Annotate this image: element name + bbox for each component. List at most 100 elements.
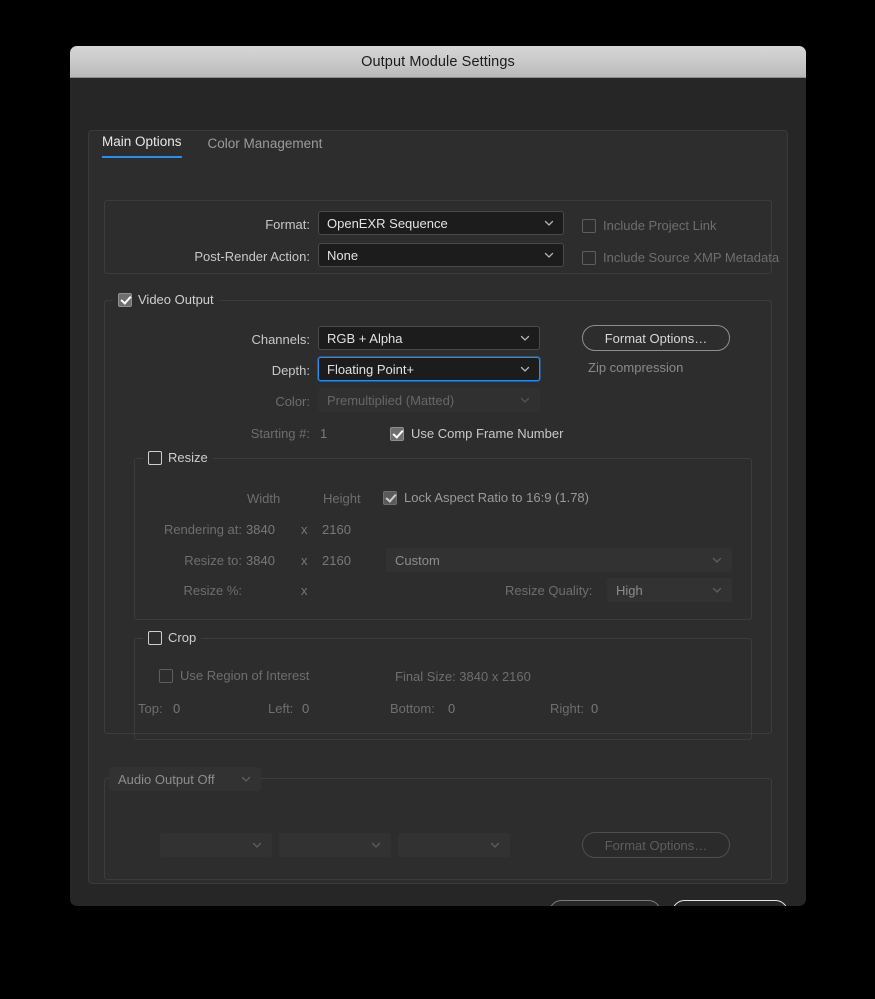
resize-to-width[interactable]: 3840 bbox=[246, 553, 275, 568]
resize-checkbox[interactable] bbox=[148, 450, 162, 465]
use-comp-frame-number-checkbox[interactable] bbox=[390, 426, 404, 441]
resize-quality-value: High bbox=[616, 582, 643, 598]
crop-group: Crop bbox=[134, 630, 752, 740]
resize-percent-label: Resize %: bbox=[183, 583, 242, 598]
include-project-link-label: Include Project Link bbox=[603, 218, 717, 233]
video-output-checkbox[interactable] bbox=[118, 292, 132, 307]
tab-bar: Main Options Color Management bbox=[102, 134, 322, 158]
cancel-button-label: Cancel bbox=[585, 905, 625, 906]
color-select-value: Premultiplied (Matted) bbox=[327, 392, 455, 408]
ok-button[interactable]: OK bbox=[672, 900, 788, 906]
video-format-options-label: Format Options… bbox=[604, 330, 708, 346]
color-select: Premultiplied (Matted) bbox=[318, 388, 540, 412]
post-render-action-select[interactable]: None bbox=[318, 243, 564, 267]
include-source-xmp-label: Include Source XMP Metadata bbox=[603, 250, 780, 265]
chevron-down-icon bbox=[712, 587, 722, 593]
resize-width-header: Width bbox=[247, 491, 281, 506]
use-region-of-interest-checkbox[interactable] bbox=[159, 668, 173, 683]
tab-color-management[interactable]: Color Management bbox=[208, 136, 323, 158]
include-source-xmp-checkbox[interactable] bbox=[582, 250, 596, 265]
resize-legend[interactable]: Resize bbox=[143, 450, 213, 465]
chevron-down-icon bbox=[520, 397, 530, 403]
resize-quality-label: Resize Quality: bbox=[505, 583, 593, 598]
cancel-button[interactable]: Cancel bbox=[549, 900, 661, 906]
format-select[interactable]: OpenEXR Sequence bbox=[318, 211, 564, 235]
video-format-options-button[interactable]: Format Options… bbox=[582, 325, 730, 351]
audio-format-options-label: Format Options… bbox=[604, 837, 708, 853]
chevron-down-icon bbox=[241, 776, 251, 782]
use-region-of-interest-label: Use Region of Interest bbox=[180, 668, 310, 683]
resize-preset-select: Custom bbox=[386, 548, 732, 572]
ok-button-label: OK bbox=[721, 905, 740, 906]
lock-aspect-ratio-row[interactable]: Lock Aspect Ratio to 16:9 (1.78) bbox=[383, 490, 589, 505]
audio-output-group: Audio Output Off bbox=[104, 767, 772, 880]
color-label: Color: bbox=[275, 394, 310, 409]
crop-top-label: Top: bbox=[138, 701, 163, 716]
audio-output-value: Audio Output Off bbox=[118, 771, 215, 787]
channels-label: Channels: bbox=[251, 332, 310, 347]
include-source-xmp-row[interactable]: Include Source XMP Metadata bbox=[582, 250, 779, 265]
resize-to-x-separator: x bbox=[301, 553, 308, 568]
rendering-at-height: 2160 bbox=[322, 522, 351, 537]
compression-note: Zip compression bbox=[588, 360, 684, 375]
resize-quality-select: High bbox=[607, 578, 732, 602]
crop-legend[interactable]: Crop bbox=[143, 630, 202, 645]
include-project-link-row[interactable]: Include Project Link bbox=[582, 218, 716, 233]
video-output-legend[interactable]: Video Output bbox=[113, 292, 219, 307]
video-output-label: Video Output bbox=[138, 292, 214, 307]
crop-right-label: Right: bbox=[550, 701, 584, 716]
chevron-down-icon bbox=[371, 842, 381, 848]
post-render-action-value: None bbox=[327, 247, 359, 263]
audio-output-legend: Audio Output Off bbox=[109, 767, 261, 791]
chevron-down-icon bbox=[544, 220, 554, 226]
audio-channels-select bbox=[398, 833, 510, 857]
resize-label: Resize bbox=[168, 450, 208, 465]
dialog-titlebar: Output Module Settings bbox=[70, 46, 806, 78]
use-region-of-interest-row[interactable]: Use Region of Interest bbox=[159, 668, 309, 683]
crop-top-value[interactable]: 0 bbox=[173, 701, 180, 716]
channels-select-value: RGB + Alpha bbox=[327, 330, 403, 346]
crop-bottom-value[interactable]: 0 bbox=[448, 701, 455, 716]
resize-height-header: Height bbox=[323, 491, 361, 506]
dialog-title: Output Module Settings bbox=[361, 53, 515, 70]
depth-label: Depth: bbox=[271, 363, 310, 378]
use-comp-frame-number-row[interactable]: Use Comp Frame Number bbox=[390, 426, 563, 441]
post-render-action-label: Post-Render Action: bbox=[194, 249, 310, 264]
include-project-link-checkbox[interactable] bbox=[582, 218, 596, 233]
chevron-down-icon bbox=[490, 842, 500, 848]
resize-to-label: Resize to: bbox=[184, 553, 242, 568]
chevron-down-icon bbox=[520, 335, 530, 341]
rendering-at-width: 3840 bbox=[246, 522, 275, 537]
channels-select[interactable]: RGB + Alpha bbox=[318, 326, 540, 350]
starting-number-value[interactable]: 1 bbox=[320, 426, 327, 441]
audio-depth-select bbox=[279, 833, 391, 857]
use-comp-frame-number-label: Use Comp Frame Number bbox=[411, 426, 564, 441]
audio-format-options-button: Format Options… bbox=[582, 832, 730, 858]
crop-checkbox[interactable] bbox=[148, 630, 162, 645]
audio-rate-select bbox=[160, 833, 272, 857]
output-module-settings-dialog: Output Module Settings Main Options Colo… bbox=[70, 46, 806, 906]
tab-main-options[interactable]: Main Options bbox=[102, 134, 182, 158]
crop-left-value[interactable]: 0 bbox=[302, 701, 309, 716]
crop-bottom-label: Bottom: bbox=[390, 701, 435, 716]
resize-percent-x-separator: x bbox=[301, 583, 308, 598]
format-select-value: OpenEXR Sequence bbox=[327, 215, 448, 231]
depth-select[interactable]: Floating Point+ bbox=[318, 357, 540, 381]
lock-aspect-ratio-label: Lock Aspect Ratio to 16:9 (1.78) bbox=[404, 490, 589, 505]
depth-select-value: Floating Point+ bbox=[327, 361, 415, 377]
rendering-at-label: Rendering at: bbox=[163, 522, 242, 537]
crop-right-value[interactable]: 0 bbox=[591, 701, 598, 716]
chevron-down-icon bbox=[544, 252, 554, 258]
crop-label: Crop bbox=[168, 630, 197, 645]
dialog-body: Main Options Color Management Format: Op… bbox=[70, 78, 806, 906]
chevron-down-icon bbox=[520, 366, 530, 372]
format-label: Format: bbox=[265, 217, 310, 232]
starting-number-label: Starting #: bbox=[250, 426, 310, 441]
final-size-label: Final Size: 3840 x 2160 bbox=[395, 669, 531, 684]
audio-output-select[interactable]: Audio Output Off bbox=[109, 767, 261, 791]
crop-left-label: Left: bbox=[268, 701, 294, 716]
lock-aspect-ratio-checkbox[interactable] bbox=[383, 490, 397, 505]
rendering-at-x-separator: x bbox=[301, 522, 308, 537]
chevron-down-icon bbox=[712, 557, 722, 563]
resize-to-height[interactable]: 2160 bbox=[322, 553, 351, 568]
